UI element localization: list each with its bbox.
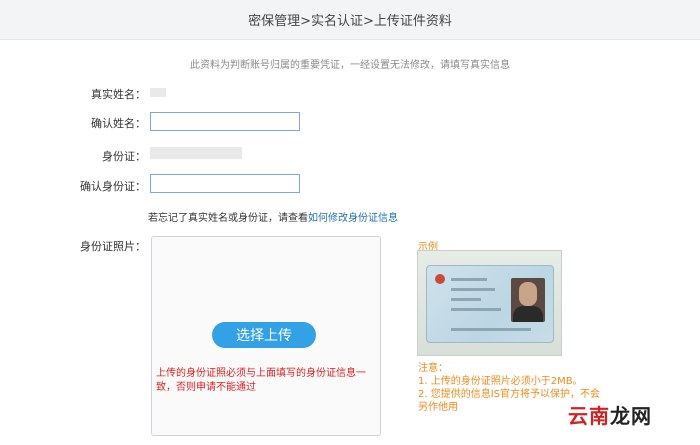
forgot-hint-text: 若忘记了真实姓名或身份证，请查看 — [148, 213, 308, 224]
confirm-name-input[interactable] — [150, 112, 300, 131]
confirm-id-input[interactable] — [150, 174, 300, 193]
notes-title: 注意： — [418, 363, 448, 374]
confirm-id-label: 确认身份证： — [80, 180, 146, 193]
breadcrumb: 密保管理>实名认证>上传证件资料 — [248, 14, 452, 29]
real-name-masked-value — [150, 88, 166, 97]
id-masked-value — [150, 147, 242, 159]
id-photo-label: 身份证照片： — [80, 240, 146, 253]
confirm-name-label: 确认姓名： — [91, 117, 146, 130]
watermark-red: 云南 — [568, 404, 610, 428]
emblem-icon — [435, 274, 445, 284]
modify-id-info-link[interactable]: 如何修改身份证信息 — [308, 213, 398, 224]
forgot-hint: 若忘记了真实姓名或身份证，请查看如何修改身份证信息 — [148, 209, 398, 224]
watermark-logo: 云南龙网 — [568, 400, 652, 429]
real-name-label: 真实姓名： — [91, 88, 146, 101]
page-header: 密保管理>实名认证>上传证件资料 — [0, 0, 700, 40]
example-id-card-image — [417, 250, 562, 356]
id-card-illustration — [426, 265, 554, 343]
note-1: 1. 上传的身份证照片必须小于2MB。 — [418, 376, 583, 387]
select-upload-button[interactable]: 选择上传 — [212, 322, 316, 348]
upload-box[interactable]: 选择上传 上传的身份证照必须与上面填写的身份证信息一致，否则申请不能通过 — [151, 236, 381, 436]
notice-text: 此资料为判断账号归属的重要凭证，一经设置无法修改，请填写真实信息 — [190, 60, 510, 71]
id-label: 身份证： — [102, 150, 146, 163]
upload-warning: 上传的身份证照必须与上面填写的身份证信息一致，否则申请不能通过 — [156, 368, 366, 393]
watermark-dark: 龙网 — [610, 404, 652, 428]
